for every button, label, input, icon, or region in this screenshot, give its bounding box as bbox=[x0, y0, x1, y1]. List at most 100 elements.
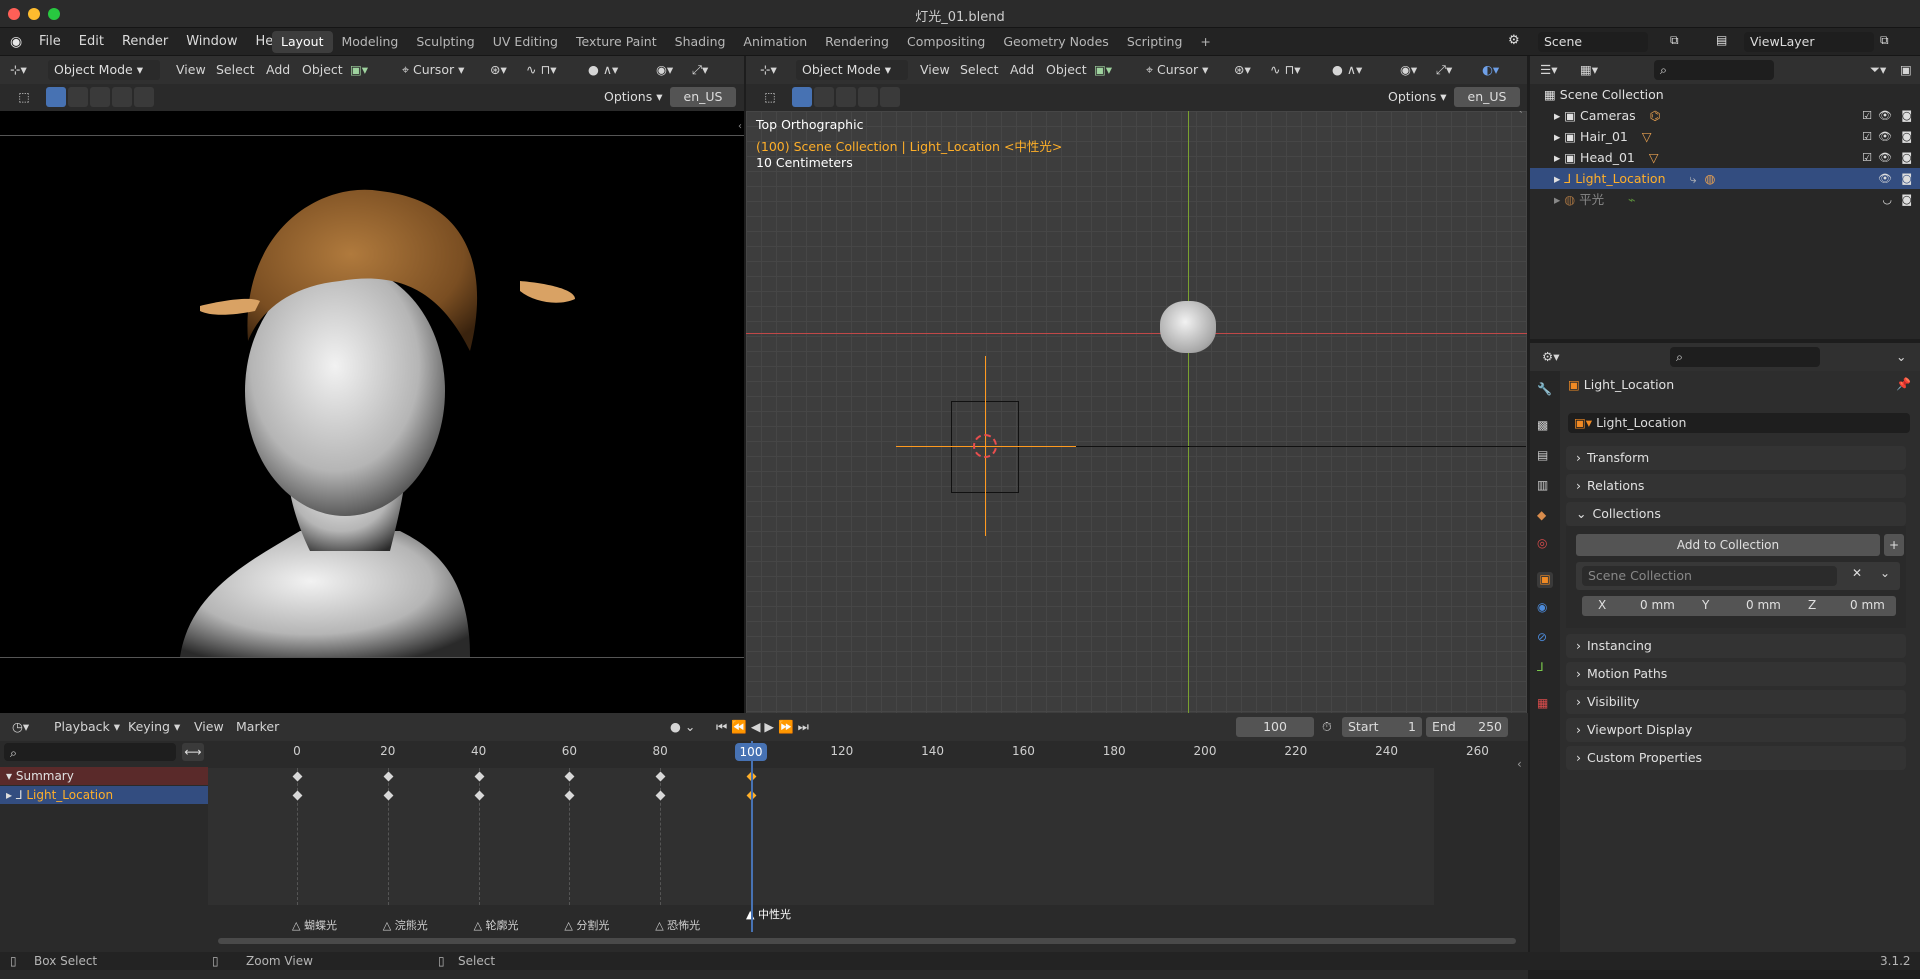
blender-logo-icon[interactable]: ◉ bbox=[10, 34, 22, 50]
end-frame-field[interactable]: End 250 bbox=[1426, 717, 1508, 737]
options-dropdown[interactable]: Options ▾ bbox=[598, 87, 664, 107]
view-layer-icon[interactable]: ▤ bbox=[1716, 33, 1727, 47]
properties-search-input[interactable]: ⌕ bbox=[1670, 347, 1820, 367]
outliner-search-input[interactable]: ⌕ bbox=[1654, 60, 1774, 80]
camera-render-icon[interactable]: ◙ bbox=[1901, 168, 1912, 189]
eye-icon[interactable]: 👁 bbox=[1878, 105, 1892, 126]
3d-cursor-icon[interactable] bbox=[973, 434, 997, 458]
proportional-icon[interactable]: ∿ ⊓▾ bbox=[526, 56, 556, 84]
object-data-tab-icon[interactable]: ⅃ bbox=[1537, 660, 1553, 676]
expand-arrow-icon[interactable]: ▸ bbox=[1554, 129, 1564, 144]
select-extend-icon-2[interactable] bbox=[814, 87, 834, 107]
gizmo-icon-2[interactable]: ⤢▾ bbox=[1436, 56, 1452, 84]
display-mode-icon[interactable]: ▦▾ bbox=[1580, 56, 1598, 84]
playhead-line[interactable] bbox=[751, 741, 753, 932]
outliner-editor-icon[interactable]: ☰▾ bbox=[1540, 56, 1557, 84]
options-chevron-icon[interactable]: ⌄ bbox=[1896, 343, 1906, 371]
visibility-icon[interactable]: ◉▾ bbox=[656, 56, 673, 84]
camera-render-icon[interactable]: ◙ bbox=[1901, 126, 1912, 147]
properties-editor-icon[interactable]: ⚙▾ bbox=[1542, 343, 1559, 371]
expand-arrow-icon[interactable]: ▸ bbox=[1554, 108, 1564, 123]
menu-object-2[interactable]: Object bbox=[1046, 56, 1087, 84]
collapse-arrow-icon-2[interactable]: ‹ bbox=[1518, 111, 1523, 117]
object-tab-icon[interactable]: ▣ bbox=[1537, 572, 1553, 588]
menu-add[interactable]: Add bbox=[266, 56, 290, 84]
language-button-2[interactable]: en_US bbox=[1454, 87, 1520, 107]
timeline-scrollbar[interactable] bbox=[218, 938, 1516, 944]
menu-select-2[interactable]: Select bbox=[960, 56, 999, 84]
menu-view[interactable]: View bbox=[176, 56, 206, 84]
channel-search-input[interactable]: ⌕ bbox=[4, 743, 176, 761]
tab-geometry-nodes[interactable]: Geometry Nodes bbox=[994, 31, 1117, 53]
z-value[interactable]: 0 mm bbox=[1850, 598, 1885, 612]
camera-viewport[interactable]: ‹ bbox=[0, 111, 744, 713]
object-mode-dropdown[interactable]: Object Mode ▾ bbox=[48, 60, 160, 80]
scene-name-field[interactable]: Scene bbox=[1538, 32, 1648, 52]
menu-marker[interactable]: Marker bbox=[236, 713, 279, 741]
menu-view-timeline[interactable]: View bbox=[194, 713, 224, 741]
outliner-row-cameras[interactable]: ▸ ▣ Cameras ⌬ ☑ 👁 ◙ bbox=[1530, 105, 1920, 126]
collection-name-field[interactable]: Scene Collection bbox=[1582, 566, 1837, 586]
menu-view-2[interactable]: View bbox=[920, 56, 950, 84]
object-mode-dropdown-2[interactable]: Object Mode ▾ bbox=[796, 60, 908, 80]
falloff-icon[interactable]: ● ∧▾ bbox=[588, 56, 618, 84]
eye-hidden-icon[interactable]: ◡ bbox=[1882, 189, 1892, 210]
checkbox-icon[interactable]: ☑ bbox=[1862, 126, 1872, 147]
texture-tab-icon[interactable]: ▦ bbox=[1537, 696, 1553, 712]
menu-object[interactable]: Object bbox=[302, 56, 343, 84]
timeline-editor-icon[interactable]: ◷▾ bbox=[12, 713, 29, 741]
select-new-icon[interactable] bbox=[46, 87, 66, 107]
checkbox-icon[interactable]: ☑ bbox=[1862, 147, 1872, 168]
orientation-icon[interactable]: ▣▾ bbox=[350, 56, 368, 84]
editor-type-icon[interactable]: ⊹▾ bbox=[10, 56, 27, 84]
select-subtract-icon[interactable] bbox=[90, 87, 110, 107]
panel-visibility[interactable]: › Visibility bbox=[1566, 690, 1906, 714]
timeline-marker[interactable]: △ 浣熊光 bbox=[383, 917, 428, 933]
select-difference-icon[interactable] bbox=[112, 87, 132, 107]
select-extend-icon[interactable] bbox=[68, 87, 88, 107]
select-tool-icon-2[interactable]: ⬚ bbox=[760, 87, 780, 107]
eye-icon[interactable]: 👁 bbox=[1878, 147, 1892, 168]
channel-summary[interactable]: ▾ Summary bbox=[0, 767, 208, 785]
panel-transform[interactable]: › Transform bbox=[1566, 446, 1906, 470]
current-frame-field[interactable]: 100 bbox=[1236, 717, 1314, 737]
menu-edit[interactable]: Edit bbox=[70, 28, 113, 56]
visibility-icon-2[interactable]: ◉▾ bbox=[1400, 56, 1417, 84]
expand-arrow-icon[interactable]: ▸ bbox=[1554, 150, 1564, 165]
language-button[interactable]: en_US bbox=[670, 87, 736, 107]
channel-light-location[interactable]: ▸ ⅃ Light_Location bbox=[0, 786, 208, 804]
collapse-arrow-icon[interactable]: ‹ bbox=[738, 121, 742, 132]
orientation-icon-2[interactable]: ▣▾ bbox=[1094, 56, 1112, 84]
expand-arrow-icon[interactable]: ▸ bbox=[1554, 171, 1564, 186]
object-name-field[interactable]: ▣▾ Light_Location bbox=[1568, 413, 1910, 433]
outliner-row-head[interactable]: ▸ ▣ Head_01 ▽ ☑ 👁 ◙ bbox=[1530, 147, 1920, 168]
pivot-icon-2[interactable]: ⌖ Cursor ▾ bbox=[1146, 56, 1208, 84]
camera-render-icon[interactable]: ◙ bbox=[1901, 189, 1912, 210]
proportional-icon-2[interactable]: ∿ ⊓▾ bbox=[1270, 56, 1300, 84]
render-tab-icon[interactable]: ▩ bbox=[1537, 418, 1553, 434]
eye-icon[interactable]: 👁 bbox=[1878, 126, 1892, 147]
panel-motion-paths[interactable]: › Motion Paths bbox=[1566, 662, 1906, 686]
snap-icon-2[interactable]: ⊛▾ bbox=[1234, 56, 1251, 84]
outliner-row-light-location[interactable]: ▸ ⅃ Light_Location ⤷ ◍ 👁 ◙ bbox=[1530, 168, 1920, 189]
y-value[interactable]: 0 mm bbox=[1746, 598, 1781, 612]
menu-select[interactable]: Select bbox=[216, 56, 255, 84]
select-new-icon-2[interactable] bbox=[792, 87, 812, 107]
start-frame-field[interactable]: Start 1 bbox=[1342, 717, 1422, 737]
falloff-icon-2[interactable]: ● ∧▾ bbox=[1332, 56, 1362, 84]
menu-keying[interactable]: Keying ▾ bbox=[128, 713, 180, 741]
new-view-layer-icon[interactable]: ⧉ bbox=[1880, 33, 1889, 48]
playback-controls[interactable]: ⏮⏪◀▶⏩⏭ bbox=[716, 713, 813, 741]
checkbox-icon[interactable]: ☑ bbox=[1862, 105, 1872, 126]
panel-collections[interactable]: ⌄ Collections bbox=[1566, 502, 1906, 526]
top-ortho-viewport[interactable]: Top Orthographic (100) Scene Collection … bbox=[746, 111, 1527, 713]
scene-collection-row[interactable]: ▦ Scene Collection bbox=[1530, 84, 1920, 105]
select-subtract-icon-2[interactable] bbox=[836, 87, 856, 107]
world-tab-icon[interactable]: ◎ bbox=[1537, 536, 1553, 552]
select-intersect-icon-2[interactable] bbox=[880, 87, 900, 107]
add-icon[interactable]: + bbox=[1884, 534, 1904, 556]
select-tool-icon[interactable]: ⬚ bbox=[14, 87, 34, 107]
remove-icon[interactable]: ✕ bbox=[1852, 566, 1862, 580]
panel-relations[interactable]: › Relations bbox=[1566, 474, 1906, 498]
snap-icon[interactable]: ⊛▾ bbox=[490, 56, 507, 84]
